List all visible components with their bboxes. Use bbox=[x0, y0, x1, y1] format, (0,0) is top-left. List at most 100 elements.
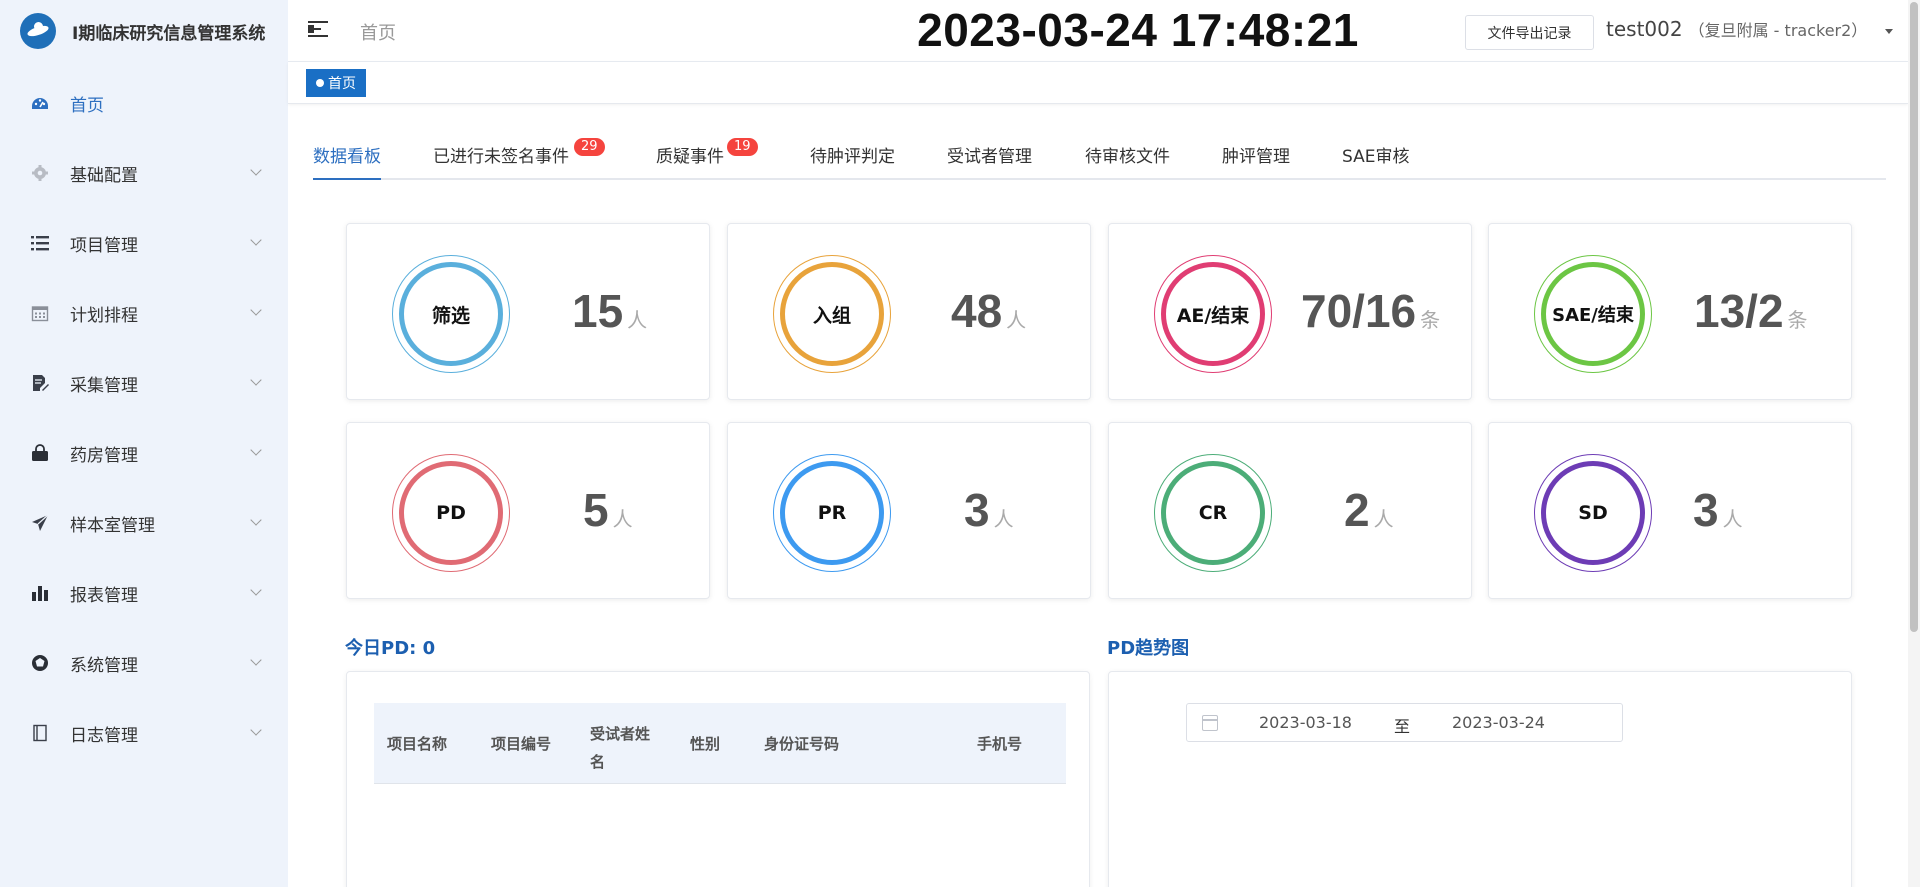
app-logo bbox=[20, 13, 56, 49]
tag-home[interactable]: 首页 bbox=[306, 69, 366, 97]
tab-label: 数据看板 bbox=[313, 147, 381, 167]
chevron-down-icon bbox=[250, 584, 262, 596]
menu-toggle-icon[interactable] bbox=[308, 20, 330, 40]
tab-label: 质疑事件 bbox=[656, 147, 724, 167]
column-header: 性别 bbox=[690, 735, 721, 753]
calendar-icon bbox=[1202, 715, 1218, 731]
tab-label: SAE审核 bbox=[1342, 147, 1410, 167]
stat-card-cr[interactable]: CR 2人 bbox=[1108, 422, 1472, 599]
table-header: 项目名称 项目编号 受试者姓名 性别 身份证号码 手机号 bbox=[374, 703, 1066, 784]
pd-trend-title: PD趋势图 bbox=[1107, 638, 1190, 659]
export-records-button[interactable]: 文件导出记录 bbox=[1465, 15, 1594, 50]
app-title: I期临床研究信息管理系统 bbox=[72, 23, 266, 44]
sidebar-item-label: 首页 bbox=[70, 95, 104, 116]
lock-bag-icon bbox=[30, 443, 50, 463]
date-range-picker[interactable]: 2023-03-18 至 2023-03-24 bbox=[1186, 703, 1623, 742]
ring: PD bbox=[392, 454, 510, 572]
stat-number: 2 bbox=[1344, 484, 1370, 536]
chevron-down-icon bbox=[250, 514, 262, 526]
user-name: test002 bbox=[1606, 17, 1683, 41]
sidebar-item-label: 计划排程 bbox=[70, 305, 138, 326]
stat-label: SD bbox=[1541, 461, 1645, 565]
chevron-down-icon bbox=[250, 304, 262, 316]
date-start-input[interactable]: 2023-03-18 bbox=[1259, 713, 1352, 732]
ring: 筛选 bbox=[392, 255, 510, 373]
sidebar-item-system[interactable]: 系统管理 bbox=[0, 628, 288, 698]
dashboard-icon bbox=[30, 93, 50, 113]
list-icon bbox=[30, 233, 50, 253]
stat-card-ae[interactable]: AE/结束 70/16 条 bbox=[1108, 223, 1472, 400]
stat-card-pr[interactable]: PR 3人 bbox=[727, 422, 1091, 599]
current-datetime: 2023-03-24 17:48:21 bbox=[917, 4, 1359, 56]
date-end-input[interactable]: 2023-03-24 bbox=[1452, 713, 1545, 732]
column-header: 项目编号 bbox=[491, 735, 552, 753]
ring: AE/结束 bbox=[1154, 255, 1272, 373]
tab-sae-review[interactable]: SAE审核 bbox=[1342, 142, 1409, 180]
sidebar: I期临床研究信息管理系统 首页 基础配置 项目管理 计划排程 采集管理 药房管理… bbox=[0, 0, 288, 887]
sidebar-item-logs[interactable]: 日志管理 bbox=[0, 698, 288, 768]
column-header: 受试者姓名 bbox=[590, 725, 651, 771]
sidebar-menu: 首页 基础配置 项目管理 计划排程 采集管理 药房管理 样本室管理 报表管理 系… bbox=[0, 68, 288, 768]
user-menu[interactable]: test002 （复旦附属 - tracker2） bbox=[1606, 17, 1894, 41]
stat-unit: 人 bbox=[627, 308, 648, 332]
sidebar-item-label: 项目管理 bbox=[70, 235, 138, 256]
sidebar-item-pharmacy[interactable]: 药房管理 bbox=[0, 418, 288, 488]
tab-tumor-assessment-pending[interactable]: 待肿评判定 bbox=[810, 142, 895, 180]
stat-card-enrolled[interactable]: 入组 48 人 bbox=[727, 223, 1091, 400]
tab-subject-management[interactable]: 受试者管理 bbox=[947, 142, 1032, 180]
stat-value: 48 人 bbox=[951, 284, 1026, 338]
pd-trend-panel: 2023-03-18 至 2023-03-24 bbox=[1108, 671, 1852, 887]
tab-tumor-assessment-management[interactable]: 肿评管理 bbox=[1222, 142, 1290, 180]
ring: SAE/结束 bbox=[1534, 255, 1652, 373]
sidebar-item-reports[interactable]: 报表管理 bbox=[0, 558, 288, 628]
stat-value: 13/2 条 bbox=[1694, 284, 1808, 338]
stat-card-sd[interactable]: SD 3人 bbox=[1488, 422, 1852, 599]
scrollbar-thumb[interactable] bbox=[1910, 2, 1918, 632]
count-badge: 19 bbox=[727, 138, 758, 156]
page-scrollbar[interactable] bbox=[1908, 0, 1920, 887]
top-header: 首页 2023-03-24 17:48:21 文件导出记录 test002 （复旦… bbox=[288, 0, 1920, 62]
chevron-down-icon bbox=[250, 444, 262, 456]
sidebar-item-label: 报表管理 bbox=[70, 585, 138, 606]
today-pd-title: 今日PD: 0 bbox=[345, 638, 436, 659]
stat-card-pd[interactable]: PD 5人 bbox=[346, 422, 710, 599]
tags-view-bar: 首页 bbox=[288, 62, 1908, 104]
tab-data-board[interactable]: 数据看板 bbox=[313, 142, 381, 180]
breadcrumb[interactable]: 首页 bbox=[360, 19, 396, 45]
sidebar-item-schedule[interactable]: 计划排程 bbox=[0, 278, 288, 348]
sidebar-item-project-management[interactable]: 项目管理 bbox=[0, 208, 288, 278]
stat-number: 3 bbox=[1693, 484, 1719, 536]
stat-value: 2人 bbox=[1344, 483, 1394, 537]
column-header: 手机号 bbox=[977, 735, 1023, 753]
ring: PR bbox=[773, 454, 891, 572]
stat-label: PR bbox=[780, 461, 884, 565]
stat-label: 入组 bbox=[780, 262, 884, 366]
stat-value: 5人 bbox=[583, 483, 633, 537]
chevron-down-icon bbox=[250, 654, 262, 666]
tab-query-events[interactable]: 质疑事件 19 bbox=[656, 138, 758, 180]
stat-number: 48 bbox=[951, 285, 1003, 337]
calendar-icon bbox=[30, 303, 50, 323]
ring: CR bbox=[1154, 454, 1272, 572]
paper-plane-icon bbox=[30, 513, 50, 533]
count-badge: 29 bbox=[574, 138, 605, 156]
tag-label: 首页 bbox=[328, 76, 356, 92]
sidebar-item-basic-config[interactable]: 基础配置 bbox=[0, 138, 288, 208]
ring: 入组 bbox=[773, 255, 891, 373]
user-org: （复旦附属 - tracker2） bbox=[1688, 21, 1868, 40]
stat-unit: 人 bbox=[1006, 308, 1027, 332]
stat-card-screening[interactable]: 筛选 15 人 bbox=[346, 223, 710, 400]
sidebar-item-collection[interactable]: 采集管理 bbox=[0, 348, 288, 418]
sidebar-item-sample-room[interactable]: 样本室管理 bbox=[0, 488, 288, 558]
sidebar-item-home[interactable]: 首页 bbox=[0, 68, 288, 138]
tab-files-pending-review[interactable]: 待审核文件 bbox=[1085, 142, 1170, 180]
stat-number: 70/16 bbox=[1301, 285, 1417, 337]
stat-card-sae[interactable]: SAE/结束 13/2 条 bbox=[1488, 223, 1852, 400]
chevron-down-icon bbox=[250, 234, 262, 246]
stat-value: 70/16 条 bbox=[1301, 284, 1440, 338]
tab-unsigned-events[interactable]: 已进行未签名事件 29 bbox=[433, 138, 605, 180]
chevron-down-icon bbox=[250, 164, 262, 176]
stat-label: PD bbox=[399, 461, 503, 565]
stat-value: 15 人 bbox=[572, 284, 647, 338]
edit-document-icon bbox=[30, 373, 50, 393]
